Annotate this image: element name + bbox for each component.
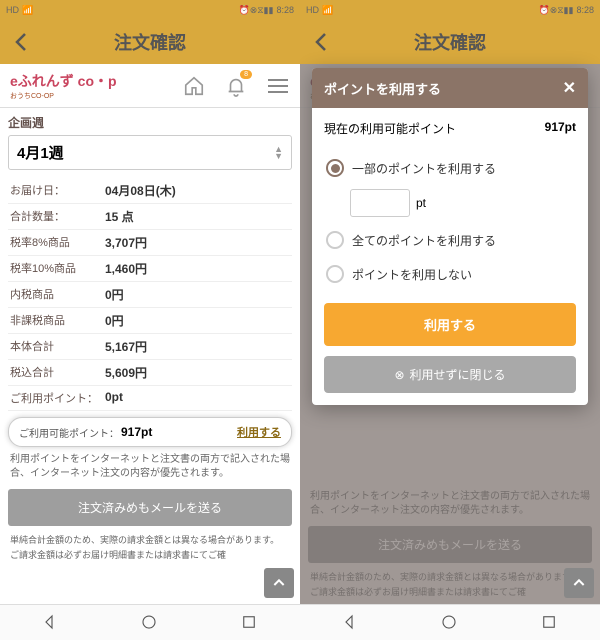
scroll-top-button[interactable] <box>564 568 594 598</box>
selector-arrows-icon: ▲▼ <box>274 146 283 160</box>
home-icon[interactable] <box>182 74 206 98</box>
nav-back-icon[interactable] <box>340 613 360 633</box>
nav-recent-icon[interactable] <box>540 613 560 633</box>
top-bar: 注文確認 <box>0 20 300 64</box>
use-points-link[interactable]: 利用する <box>237 424 281 440</box>
table-row: 税率10%商品1,460円 <box>8 256 292 282</box>
points-highlight: ご利用可能ポイント： 917pt 利用する <box>8 417 292 447</box>
pt-suffix: pt <box>416 196 426 210</box>
table-row: お届け日：04月08日(木) <box>8 178 292 204</box>
plan-label: 企画週 <box>8 114 292 131</box>
table-row: 合計数量：15 点 <box>8 204 292 230</box>
sub-bar: eふれんず co・p おうちCO-OP 8 <box>0 64 300 108</box>
radio-icon <box>326 231 344 249</box>
available-points-value: 917pt <box>545 120 576 137</box>
modal-title: ポイントを利用する <box>324 79 441 98</box>
status-bar: HD📶 ⏰⊗⧖▮▮8:28 <box>0 0 300 20</box>
status-bar: HD📶 ⏰⊗⧖▮▮8:28 <box>300 0 600 20</box>
table-row: 税率8%商品3,707円 <box>8 230 292 256</box>
radio-option-all[interactable]: 全てのポイントを利用する <box>324 223 576 257</box>
scroll-top-button[interactable] <box>264 568 294 598</box>
disclaimer-text: 利用ポイントをインターネットと注文書の両方で記入された場合、インターネット注文の… <box>10 453 290 481</box>
menu-icon[interactable] <box>266 74 290 98</box>
back-icon[interactable] <box>310 30 334 54</box>
week-selector[interactable]: 4月1週 ▲▼ <box>8 135 292 170</box>
modal-overlay[interactable]: ポイントを利用する ✕ 現在の利用可能ポイント 917pt 一部のポイントを利用… <box>300 64 600 604</box>
points-input[interactable] <box>350 189 410 217</box>
main-content: 企画週 4月1週 ▲▼ お届け日：04月08日(木) 合計数量：15 点 税率8… <box>0 108 300 569</box>
radio-icon <box>326 265 344 283</box>
nav-home-icon[interactable] <box>440 613 460 633</box>
radio-icon <box>326 159 344 177</box>
close-icon[interactable]: ✕ <box>563 78 576 98</box>
points-modal: ポイントを利用する ✕ 現在の利用可能ポイント 917pt 一部のポイントを利用… <box>312 68 588 405</box>
notification-badge: 8 <box>240 70 252 79</box>
submit-button[interactable]: 利用する <box>324 303 576 346</box>
radio-option-partial[interactable]: 一部のポイントを利用する <box>324 151 576 185</box>
nav-back-icon[interactable] <box>40 613 60 633</box>
nav-recent-icon[interactable] <box>240 613 260 633</box>
cancel-button[interactable]: ⊗ 利用せずに閉じる <box>324 356 576 393</box>
modal-header: ポイントを利用する ✕ <box>312 68 588 108</box>
android-navbar <box>0 604 300 640</box>
bell-icon[interactable]: 8 <box>224 74 248 98</box>
send-mail-button[interactable]: 注文済みめもメールを送る <box>8 489 292 526</box>
android-navbar <box>300 604 600 640</box>
note-text: 単純合計金額のため、実際の請求金額とは異なる場合があります。 <box>10 534 290 547</box>
nav-home-icon[interactable] <box>140 613 160 633</box>
page-title: 注文確認 <box>34 29 266 55</box>
table-row: ご利用ポイント：0pt <box>8 386 292 411</box>
page-title: 注文確認 <box>334 29 566 55</box>
note-text: ご請求金額は必ずお届け明細書または請求書にてご確 <box>10 549 290 562</box>
back-icon[interactable] <box>10 30 34 54</box>
table-row: 税込合計5,609円 <box>8 360 292 386</box>
logo: eふれんず co・p おうちCO-OP <box>10 71 117 101</box>
table-row: 本体合計5,167円 <box>8 334 292 360</box>
table-row: 非課税商品0円 <box>8 308 292 334</box>
radio-option-none[interactable]: ポイントを利用しない <box>324 257 576 291</box>
available-points-label: 現在の利用可能ポイント <box>324 120 456 137</box>
close-circle-icon: ⊗ <box>394 368 404 382</box>
table-row: 内税商品0円 <box>8 282 292 308</box>
top-bar: 注文確認 <box>300 20 600 64</box>
